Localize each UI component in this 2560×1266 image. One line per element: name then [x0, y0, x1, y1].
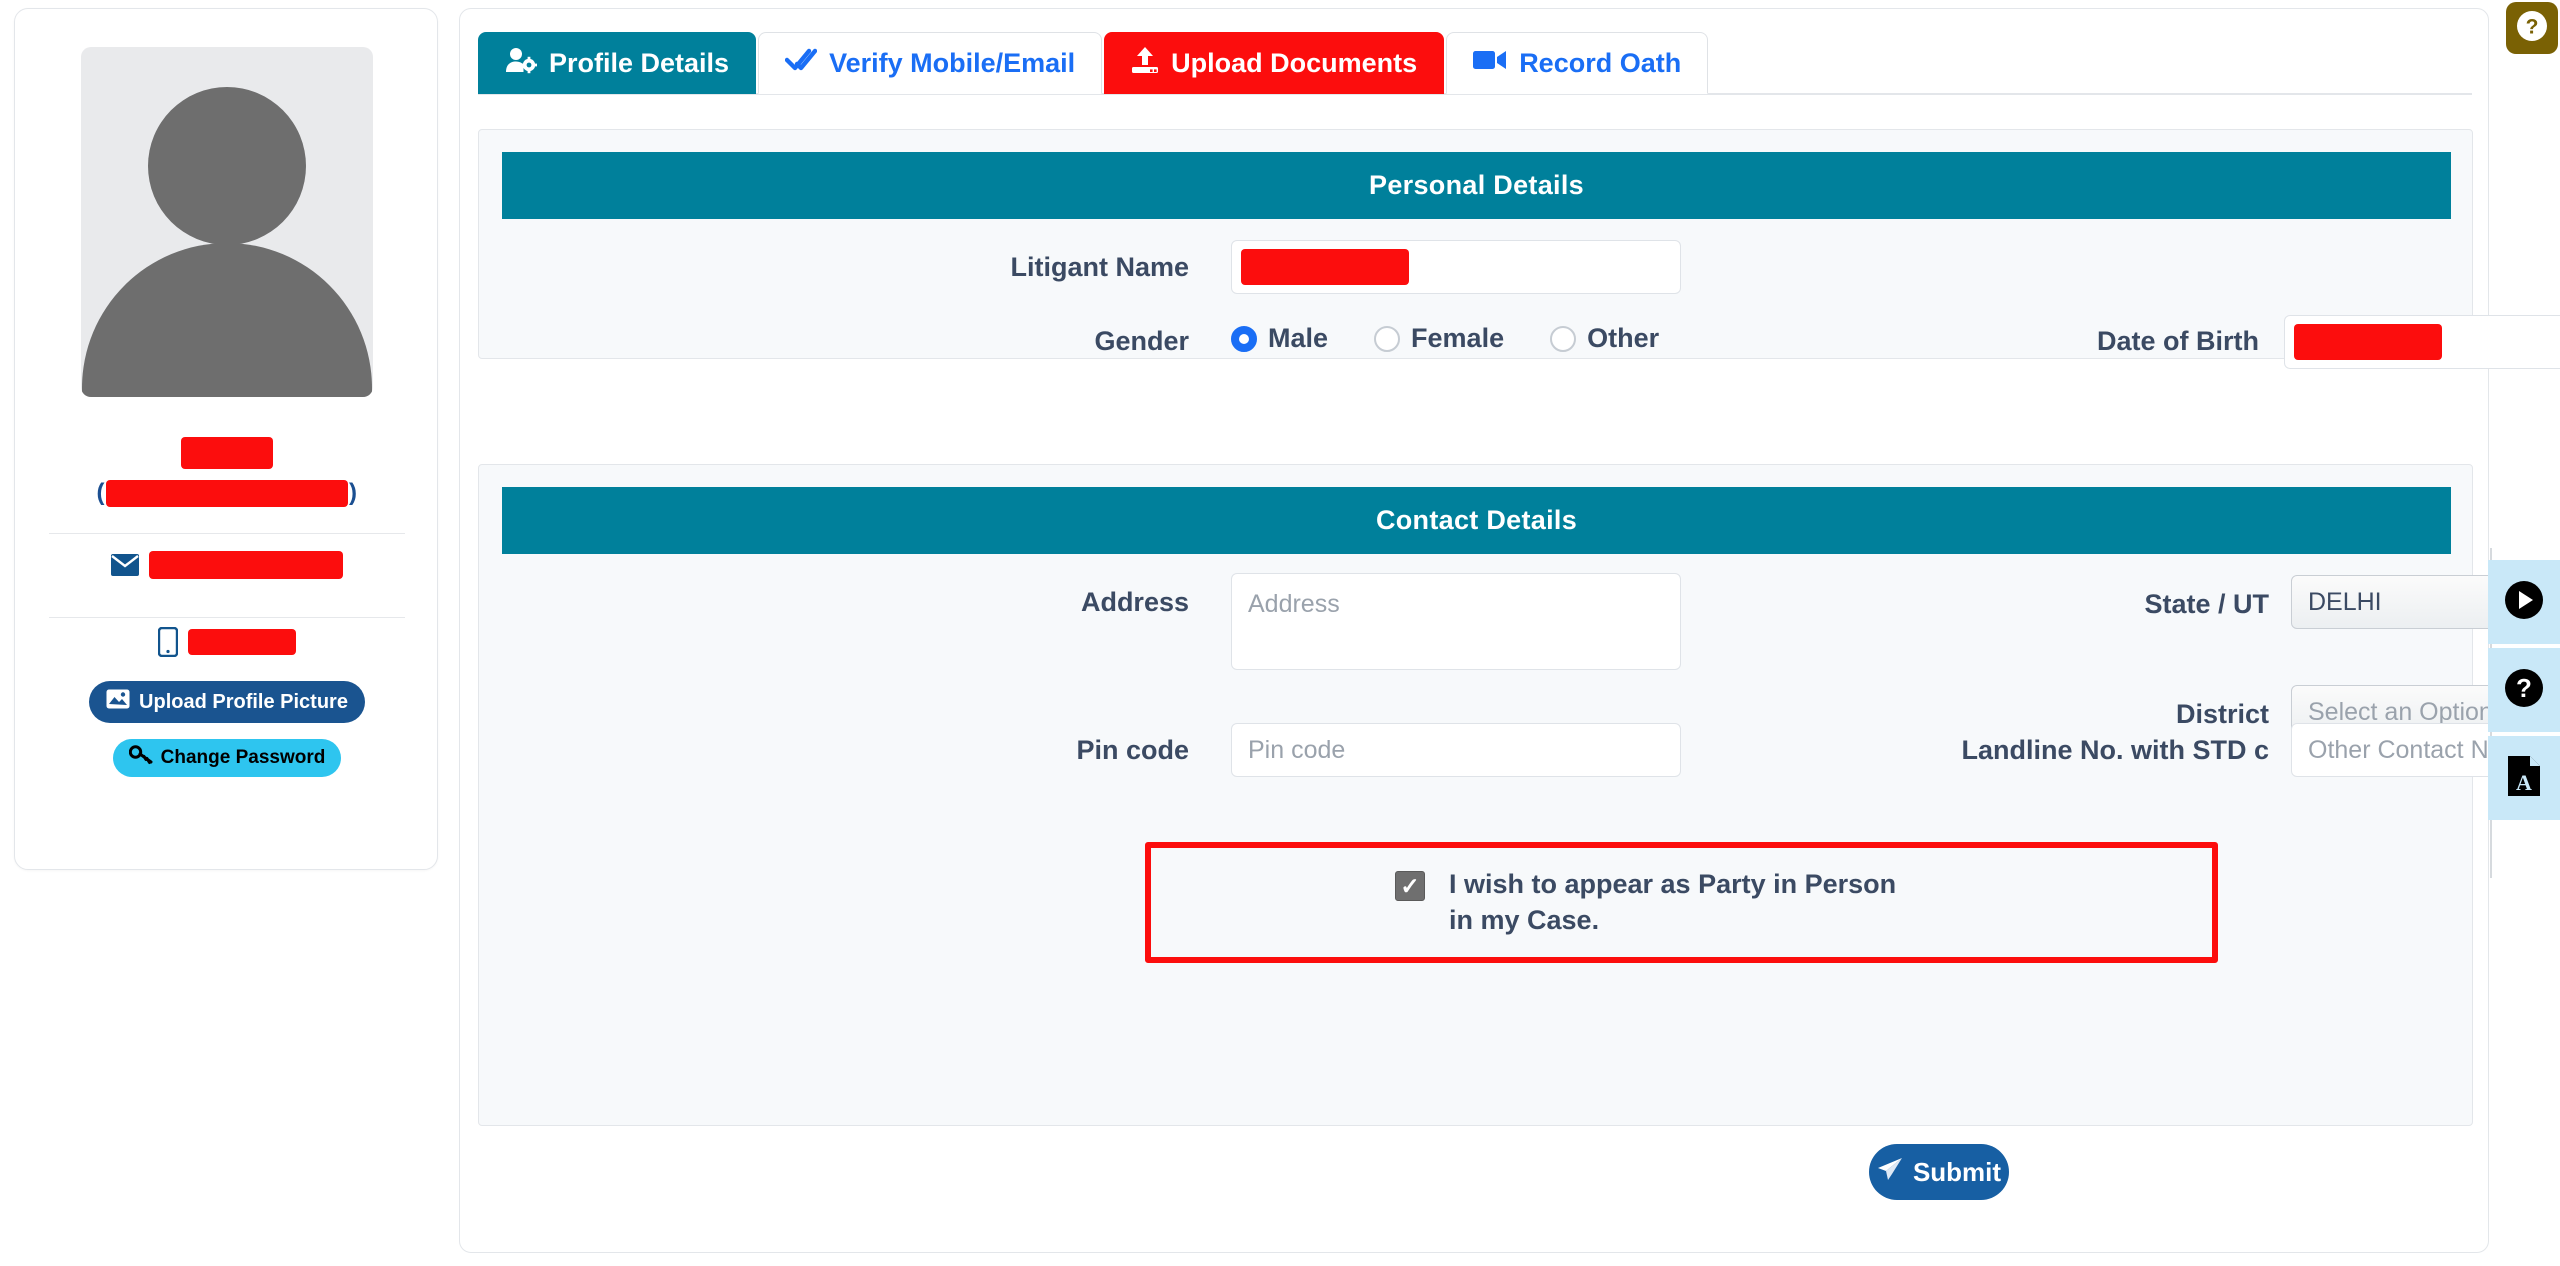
question-circle-icon: ?	[2504, 668, 2544, 713]
state-ut-value: DELHI	[2308, 587, 2382, 616]
redacted-subtitle	[106, 480, 348, 508]
side-rail: ? A	[2488, 560, 2560, 820]
mobile-phone-icon	[158, 627, 178, 657]
upload-profile-picture-button[interactable]: Upload Profile Picture	[89, 681, 365, 723]
redacted-name	[181, 437, 273, 469]
rail-help-button[interactable]: ?	[2488, 648, 2560, 732]
svg-text:A: A	[2516, 770, 2532, 795]
gender-label: Gender	[1094, 326, 1189, 356]
pincode-input[interactable]	[1231, 723, 1681, 777]
double-check-icon	[784, 47, 818, 80]
app-page: () Upload Profile Picture Change Passwor…	[0, 0, 2560, 1266]
subtitle-open-paren: (	[96, 479, 105, 506]
tab-upload-documents-label: Upload Documents	[1171, 47, 1418, 78]
radio-dot-female[interactable]	[1374, 325, 1401, 352]
svg-text:?: ?	[2516, 673, 2532, 703]
rail-pdf-button[interactable]: A	[2488, 736, 2560, 820]
play-circle-icon	[2504, 580, 2544, 625]
redacted-email	[149, 551, 343, 579]
divider	[49, 533, 405, 534]
tab-bar: Profile Details Verify Mobile/Email Uplo…	[478, 32, 1709, 94]
upload-profile-picture-label: Upload Profile Picture	[139, 690, 348, 713]
profile-subtitle: ()	[15, 479, 439, 508]
litigant-name-label: Litigant Name	[1010, 252, 1189, 282]
main-panel: Profile Details Verify Mobile/Email Uplo…	[459, 8, 2560, 1253]
tab-record-oath[interactable]: Record Oath	[1446, 32, 1709, 94]
gender-option-female-label: Female	[1411, 323, 1505, 353]
address-textarea[interactable]	[1231, 573, 1681, 670]
gender-option-male-label: Male	[1268, 323, 1329, 353]
redacted-mobile	[188, 629, 296, 655]
pincode-label: Pin code	[1076, 735, 1189, 765]
tab-verify-mobile-email[interactable]: Verify Mobile/Email	[758, 32, 1103, 94]
tab-profile-details-label: Profile Details	[549, 47, 730, 78]
address-label: Address	[1080, 587, 1189, 617]
radio-dot-male[interactable]	[1231, 325, 1257, 352]
party-in-person-label: I wish to appear as Party in Person in m…	[1449, 869, 1897, 935]
gender-option-male[interactable]: Male	[1231, 323, 1328, 354]
radio-dot-other[interactable]	[1550, 325, 1577, 352]
date-of-birth-label: Date of Birth	[2097, 326, 2259, 356]
profile-name	[15, 437, 439, 469]
tab-upload-documents[interactable]: Upload Documents	[1104, 32, 1445, 94]
tab-verify-mobile-email-label: Verify Mobile/Email	[829, 47, 1076, 78]
landline-label: Landline No. with STD c	[1961, 735, 2269, 765]
envelope-icon	[111, 554, 139, 576]
contact-details-section: Contact Details Address Pin code State /…	[478, 464, 2560, 1126]
pdf-file-icon: A	[2506, 755, 2542, 802]
user-gear-icon	[505, 46, 538, 81]
video-camera-icon	[1473, 48, 1507, 79]
image-icon	[106, 689, 130, 715]
submit-label: Submit	[1912, 1156, 2002, 1187]
gender-radio-group: Male Female Other	[1231, 323, 1659, 354]
party-in-person-row: I wish to appear as Party in Person in m…	[1395, 867, 1899, 938]
personal-details-section: Personal Details Litigant Name Gender Ma…	[478, 129, 2560, 369]
profile-mobile-row	[15, 627, 439, 657]
contact-details-heading: Contact Details	[502, 487, 2451, 554]
party-in-person-checkbox[interactable]	[1395, 871, 1425, 901]
help-floating-button[interactable]: ?	[2506, 2, 2558, 54]
tab-profile-details[interactable]: Profile Details	[478, 32, 757, 94]
divider	[49, 617, 405, 618]
profile-email-row	[15, 551, 439, 579]
district-label: District	[2175, 699, 2269, 729]
submit-button[interactable]: Submit	[1869, 1144, 2009, 1200]
subtitle-close-paren: )	[349, 479, 358, 506]
default-avatar-icon	[148, 87, 306, 245]
question-circle-icon: ?	[2515, 9, 2549, 48]
gender-option-other-label: Other	[1587, 323, 1660, 353]
state-ut-label: State / UT	[2144, 589, 2269, 619]
svg-text:?: ?	[2526, 15, 2539, 38]
key-icon	[128, 744, 153, 772]
upload-icon	[1131, 46, 1159, 81]
avatar-body-shape	[82, 243, 372, 397]
tab-record-oath-label: Record Oath	[1519, 47, 1682, 78]
rail-play-button[interactable]	[2488, 560, 2560, 644]
change-password-label: Change Password	[160, 747, 326, 768]
redacted-litigant-name	[1241, 249, 1409, 285]
personal-details-heading: Personal Details	[502, 152, 2451, 219]
redacted-date-of-birth	[2294, 324, 2442, 360]
gender-option-other[interactable]: Other	[1550, 323, 1659, 354]
profile-card: () Upload Profile Picture Change Passwor…	[14, 8, 438, 870]
gender-option-female[interactable]: Female	[1374, 323, 1504, 354]
change-password-button[interactable]: Change Password	[113, 739, 341, 777]
avatar	[81, 47, 373, 397]
paper-plane-icon	[1877, 1157, 1903, 1188]
